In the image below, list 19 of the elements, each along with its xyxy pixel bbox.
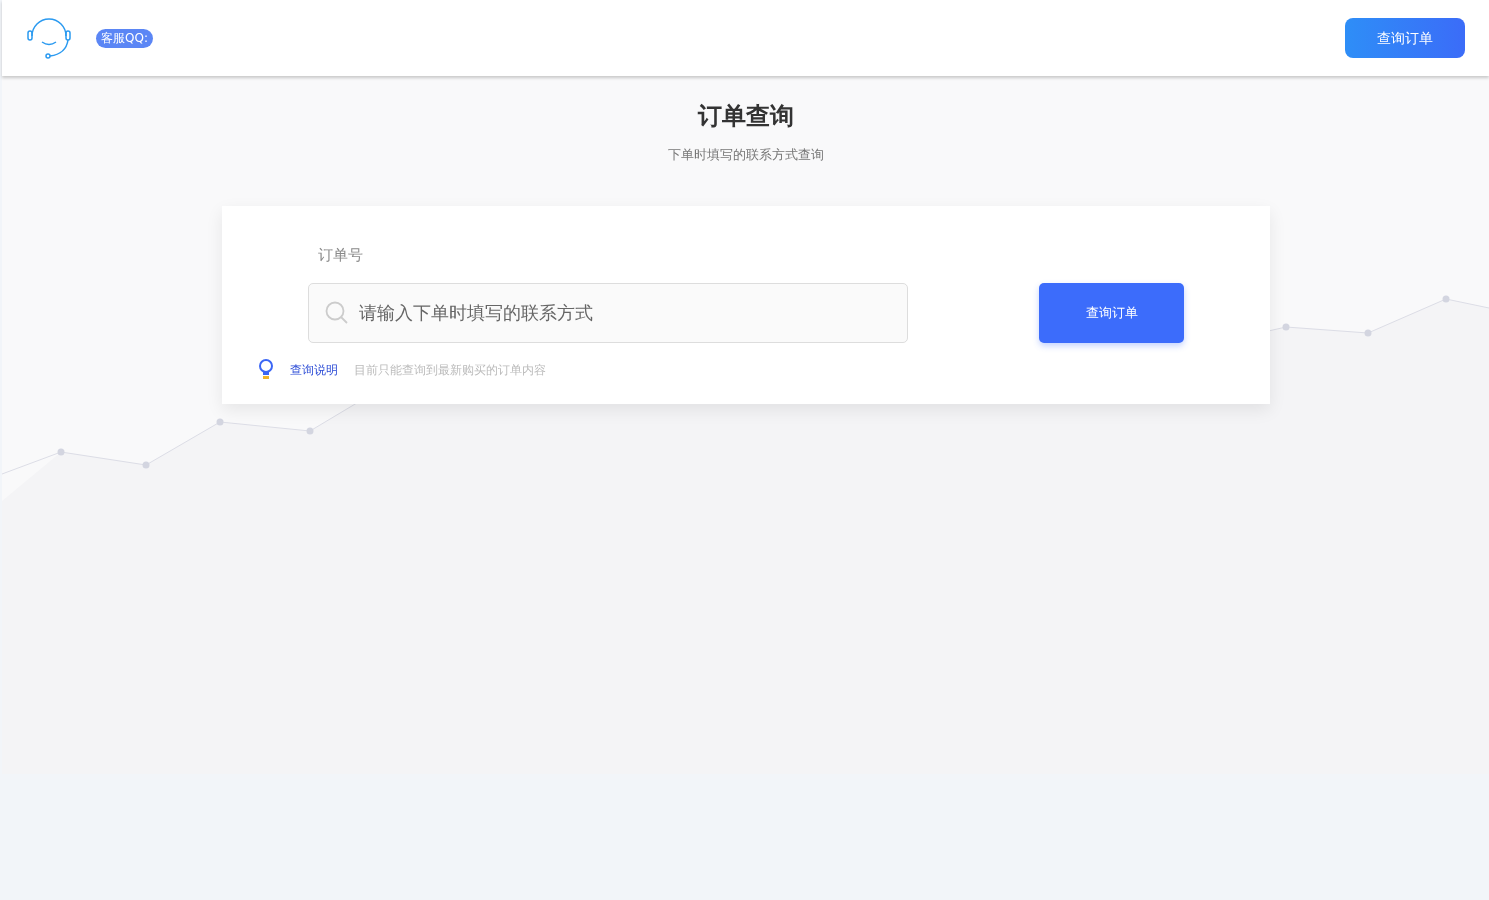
search-icon (325, 300, 349, 325)
page-subtitle: 下单时填写的联系方式查询 (667, 146, 824, 164)
graph-point (216, 418, 224, 426)
graph-point (57, 448, 65, 456)
query-order-button[interactable]: 查询订单 (1039, 282, 1184, 343)
graph-point (1364, 329, 1372, 337)
page-title: 订单查询 (697, 101, 794, 131)
note-title: 查询说明 (290, 361, 338, 379)
query-order-button[interactable]: 查询订单 (1345, 18, 1465, 58)
field-label: 订单号 (318, 246, 363, 264)
graph-point (142, 461, 150, 469)
graph-point (306, 427, 314, 435)
contact-input-field[interactable]: 请输入下单时填写的联系方式 (308, 282, 908, 343)
note-text: 目前只能查询到最新购买的订单内容 (354, 361, 546, 379)
headset-icon (26, 16, 72, 60)
graph-point (1442, 295, 1450, 303)
customer-service-badge: 客服QQ: (96, 28, 153, 48)
lightbulb-icon (258, 358, 274, 381)
graph-point (1282, 323, 1290, 331)
